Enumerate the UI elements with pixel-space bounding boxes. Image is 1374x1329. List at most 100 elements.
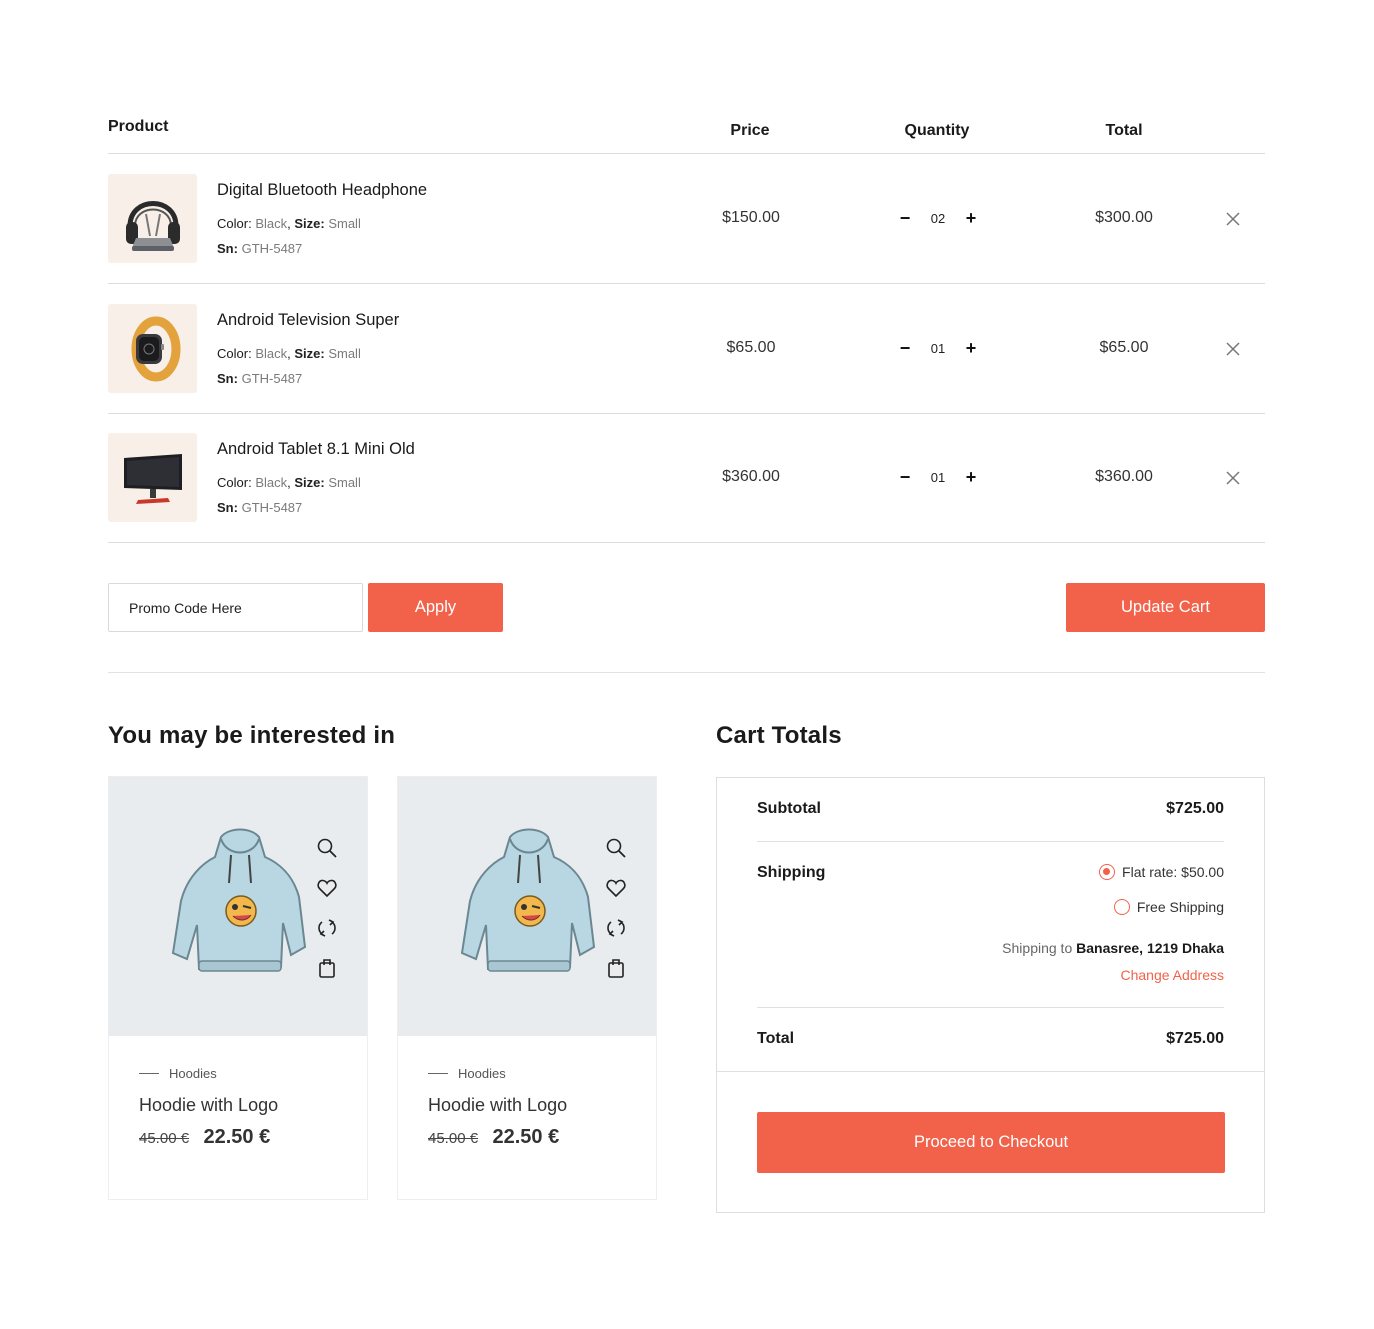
cart-table-header: Product Price Quantity Total xyxy=(108,114,1265,154)
category-label[interactable]: Hoodies xyxy=(458,1066,506,1081)
qty-value[interactable]: 01 xyxy=(931,470,945,485)
sale-price: 22.50 € xyxy=(492,1126,560,1148)
product-card-image[interactable] xyxy=(109,777,367,1036)
header-quantity: Quantity xyxy=(904,122,970,139)
search-icon[interactable] xyxy=(316,837,338,859)
search-icon[interactable] xyxy=(605,837,627,859)
product-card[interactable]: Hoodies Hoodie with Logo 45.00 € 22.50 € xyxy=(108,776,368,1200)
heart-icon[interactable] xyxy=(316,877,338,899)
sn-value: GTH-5487 xyxy=(241,371,303,386)
product-card-prices: 45.00 € 22.50 € xyxy=(139,1126,270,1149)
cart-row: Android Television Super Color: Black, S… xyxy=(108,284,1265,414)
radio-icon[interactable] xyxy=(1113,899,1130,915)
hoodie-image xyxy=(171,828,307,972)
cart-row: Digital Bluetooth Headphone Color: Black… xyxy=(108,154,1265,284)
product-attributes: Color: Black, Size: Small xyxy=(217,346,361,361)
product-card[interactable]: Hoodies Hoodie with Logo 45.00 € 22.50 € xyxy=(397,776,657,1200)
apply-button[interactable]: Apply xyxy=(368,583,503,632)
promo-code-input[interactable] xyxy=(108,583,363,632)
shipping-destination: Shipping to Banasree, 1219 Dhaka xyxy=(1002,940,1224,956)
product-thumbnail[interactable] xyxy=(108,174,197,263)
product-category[interactable]: Hoodies xyxy=(428,1066,506,1081)
close-icon[interactable] xyxy=(1224,340,1242,358)
qty-minus-button[interactable]: − xyxy=(898,208,912,228)
qty-plus-button[interactable]: + xyxy=(964,338,978,358)
product-thumbnail[interactable] xyxy=(108,433,197,522)
product-sn: Sn: GTH-5487 xyxy=(217,241,302,256)
proceed-to-checkout-button[interactable]: Proceed to Checkout xyxy=(757,1112,1225,1173)
color-label: Color: xyxy=(217,346,252,361)
product-card-image[interactable] xyxy=(398,777,656,1036)
product-price: $360.00 xyxy=(722,468,780,485)
color-value: Black xyxy=(255,475,288,490)
product-attributes: Color: Black, Size: Small xyxy=(217,216,361,231)
product-card-prices: 45.00 € 22.50 € xyxy=(428,1126,559,1149)
headphone-icon xyxy=(125,200,180,251)
sn-label: Sn: xyxy=(217,500,238,515)
cart-totals-title: Cart Totals xyxy=(716,722,842,749)
radio-selected-icon[interactable] xyxy=(1099,864,1116,880)
change-address-link[interactable]: Change Address xyxy=(1120,967,1224,983)
cart-row: Android Tablet 8.1 Mini Old Color: Black… xyxy=(108,413,1265,543)
close-icon[interactable] xyxy=(1224,210,1242,228)
row-total: $300.00 xyxy=(1095,209,1153,226)
hoodie-image xyxy=(460,828,596,972)
sn-label: Sn: xyxy=(217,371,238,386)
color-label: Color: xyxy=(217,475,252,490)
product-sn: Sn: GTH-5487 xyxy=(217,371,302,386)
product-card-title[interactable]: Hoodie with Logo xyxy=(139,1095,278,1116)
size-value: Small xyxy=(328,216,361,231)
sn-value: GTH-5487 xyxy=(241,500,303,515)
shopping-bag-icon[interactable] xyxy=(605,957,627,979)
subtotal-value: $725.00 xyxy=(1166,800,1224,817)
shipping-label: Shipping xyxy=(757,864,826,881)
qty-value[interactable]: 02 xyxy=(931,211,945,226)
qty-minus-button[interactable]: − xyxy=(898,467,912,487)
quantity-stepper: − 01 + xyxy=(898,336,978,360)
header-product: Product xyxy=(108,118,169,135)
sn-label: Sn: xyxy=(217,241,238,256)
shipping-option-flat-rate[interactable]: Flat rate: $50.00 xyxy=(1099,864,1224,880)
shopping-bag-icon[interactable] xyxy=(316,957,338,979)
shipping-to-prefix: Shipping to xyxy=(1002,940,1073,956)
product-card-title[interactable]: Hoodie with Logo xyxy=(428,1095,567,1116)
qty-plus-button[interactable]: + xyxy=(964,208,978,228)
product-name[interactable]: Android Tablet 8.1 Mini Old xyxy=(217,440,415,459)
divider xyxy=(717,1071,1264,1072)
quantity-stepper: − 01 + xyxy=(898,465,978,489)
category-label[interactable]: Hoodies xyxy=(169,1066,217,1081)
heart-icon[interactable] xyxy=(605,877,627,899)
product-name[interactable]: Digital Bluetooth Headphone xyxy=(217,181,427,200)
size-value: Small xyxy=(328,475,361,490)
compare-icon[interactable] xyxy=(316,917,338,939)
qty-minus-button[interactable]: − xyxy=(898,338,912,358)
category-dash xyxy=(428,1073,448,1074)
product-thumbnail[interactable] xyxy=(108,304,197,393)
qty-plus-button[interactable]: + xyxy=(964,467,978,487)
shipping-address: Banasree, 1219 Dhaka xyxy=(1076,940,1224,956)
old-price: 45.00 € xyxy=(428,1130,479,1147)
total-value: $725.00 xyxy=(1166,1030,1224,1047)
qty-value[interactable]: 01 xyxy=(931,341,945,356)
header-total: Total xyxy=(1105,122,1143,139)
old-price: 45.00 € xyxy=(139,1130,190,1147)
quantity-stepper: − 02 + xyxy=(898,206,978,230)
monitor-icon xyxy=(123,453,182,504)
product-price: $150.00 xyxy=(722,209,780,226)
sn-value: GTH-5487 xyxy=(241,241,303,256)
product-sn: Sn: GTH-5487 xyxy=(217,500,302,515)
product-category[interactable]: Hoodies xyxy=(139,1066,217,1081)
update-cart-button[interactable]: Update Cart xyxy=(1066,583,1265,632)
compare-icon[interactable] xyxy=(605,917,627,939)
divider xyxy=(757,841,1224,842)
color-label: Color: xyxy=(217,216,252,231)
subtotal-label: Subtotal xyxy=(757,800,821,817)
shipping-option-free[interactable]: Free Shipping xyxy=(1113,899,1224,915)
size-label: Size: xyxy=(294,475,325,490)
color-value: Black xyxy=(255,216,288,231)
close-icon[interactable] xyxy=(1224,469,1242,487)
header-price: Price xyxy=(730,122,770,139)
total-label: Total xyxy=(757,1030,795,1047)
product-name[interactable]: Android Television Super xyxy=(217,311,399,330)
divider xyxy=(757,1007,1224,1008)
